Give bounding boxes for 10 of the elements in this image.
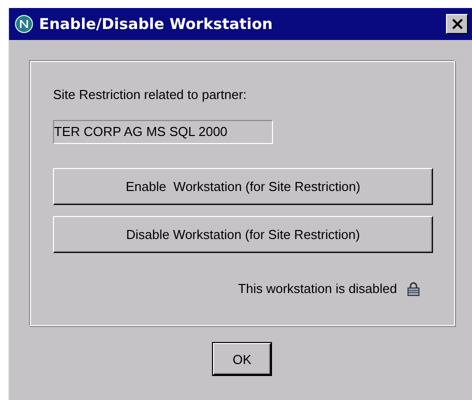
- partner-field[interactable]: TER CORP AG MS SQL 2000: [53, 120, 273, 144]
- app-logo-icon: [15, 15, 33, 33]
- status-text: This workstation is disabled: [238, 281, 397, 296]
- close-button[interactable]: [446, 14, 468, 34]
- ok-button[interactable]: OK: [213, 343, 271, 375]
- close-icon: [452, 19, 462, 29]
- disable-button[interactable]: Disable Workstation (for Site Restriction): [53, 216, 433, 253]
- partner-label: Site Restriction related to partner:: [53, 87, 247, 102]
- enable-button[interactable]: Enable Workstation (for Site Restriction): [53, 168, 433, 205]
- window-title: Enable/Disable Workstation: [39, 15, 274, 33]
